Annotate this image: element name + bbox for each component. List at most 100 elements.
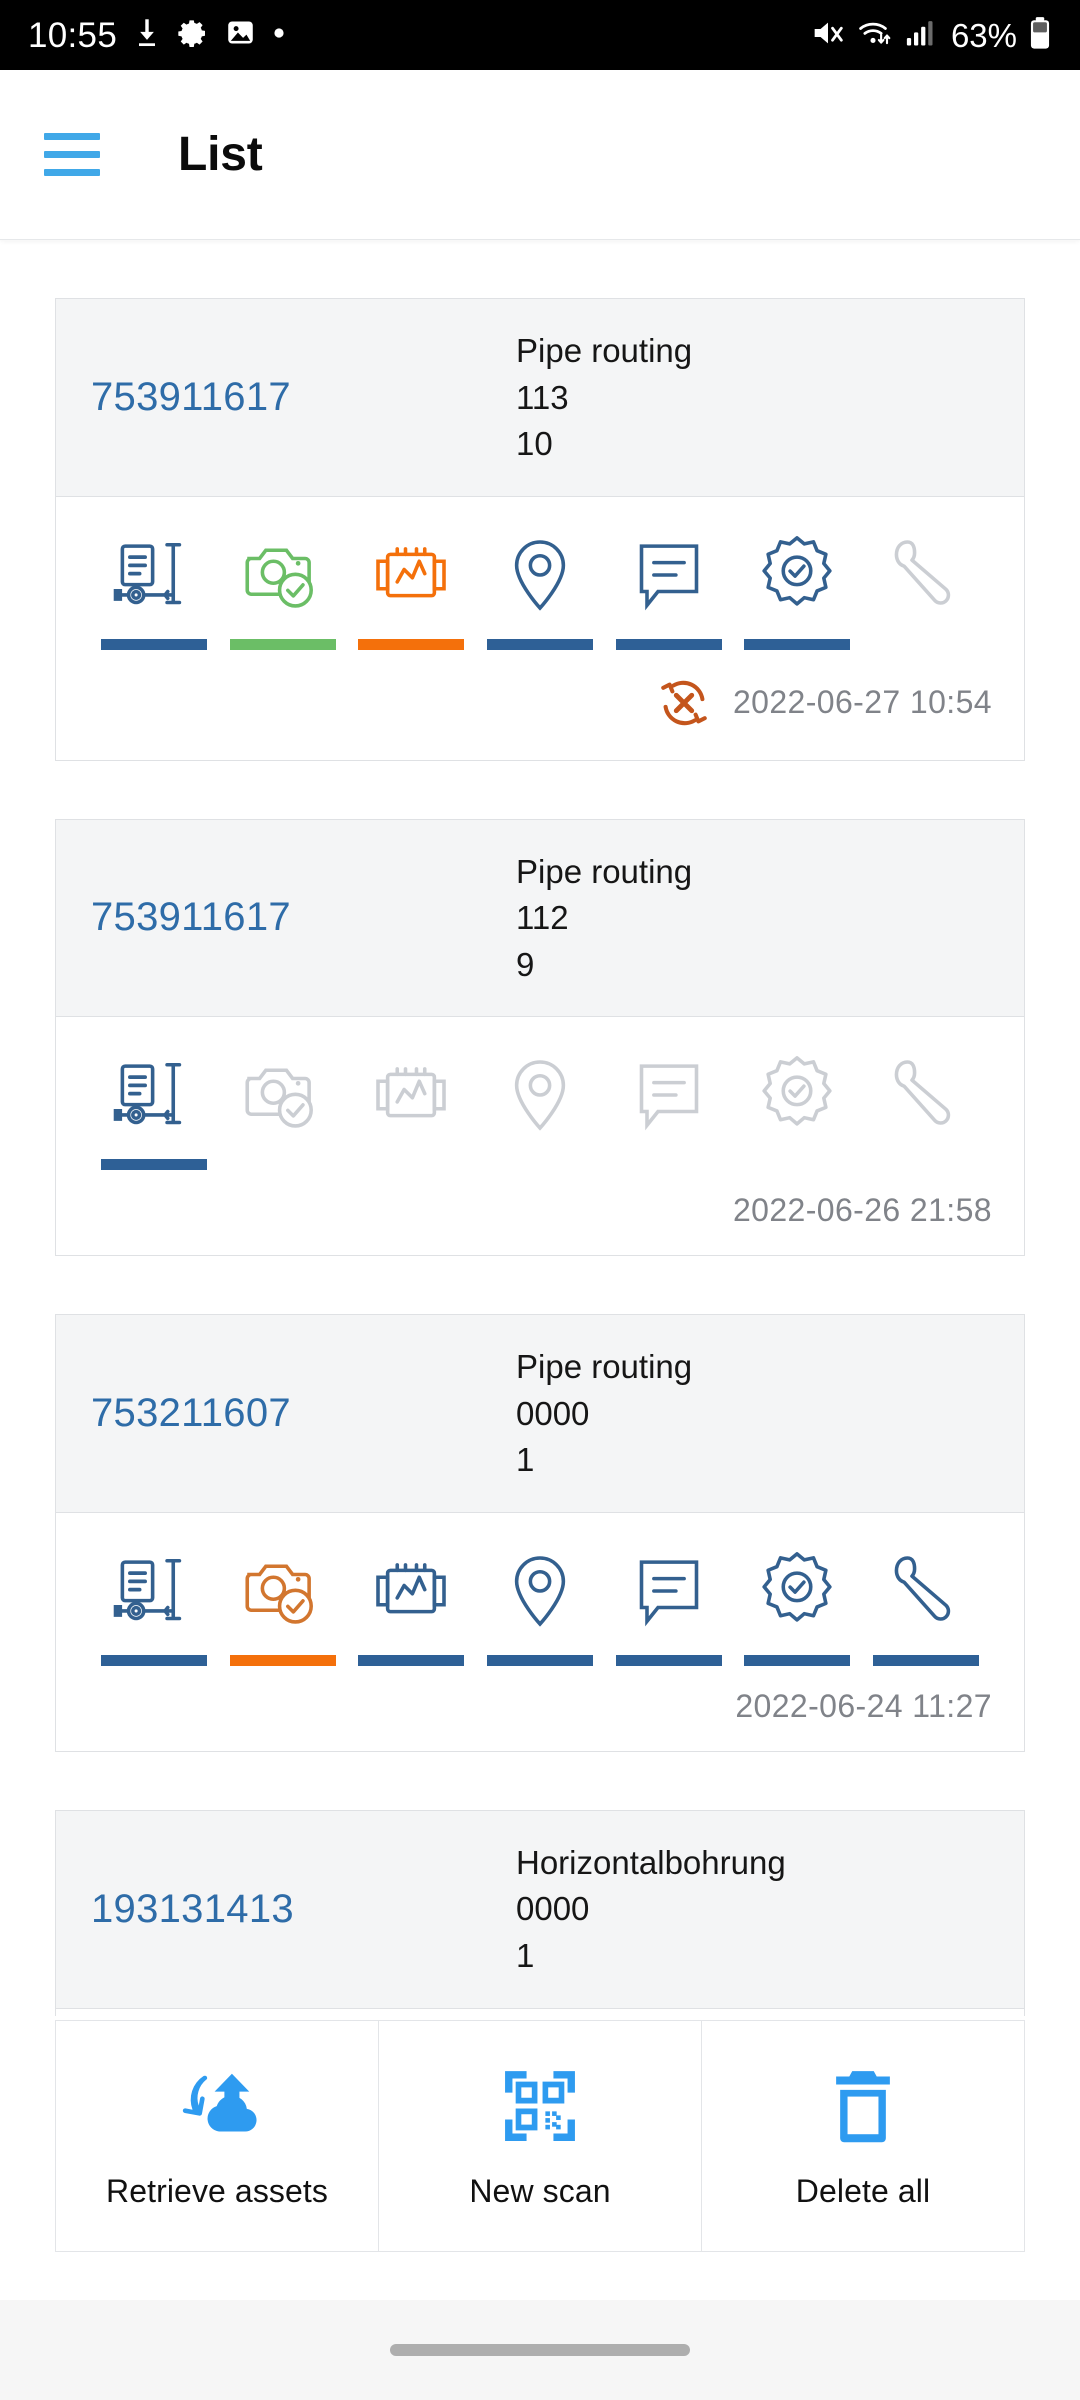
status-icon-wrench[interactable] (861, 1547, 990, 1666)
status-icon-asset-data[interactable] (90, 1547, 219, 1666)
hamburger-menu-icon[interactable] (44, 133, 100, 176)
status-icon-camera[interactable] (219, 1051, 348, 1170)
bottom-action-bar: Retrieve assets New scan Delete all (55, 2020, 1025, 2252)
battery-percentage: 63% (950, 16, 1017, 54)
status-icon-location[interactable] (476, 1051, 605, 1170)
asset-data-icon (110, 1547, 198, 1635)
list-item[interactable]: 753911617 Pipe routing 113 10 2022-06-27… (55, 298, 1025, 761)
hamburger-line (44, 133, 100, 140)
wrench-icon (882, 531, 970, 619)
status-icon-pipe-measurement[interactable] (347, 531, 476, 650)
status-underline (744, 1159, 850, 1170)
hamburger-line (44, 169, 100, 176)
wifi-icon (857, 17, 893, 54)
status-underline (616, 1159, 722, 1170)
asset-line3: 9 (516, 945, 535, 983)
status-icon-comment[interactable] (604, 1051, 733, 1170)
status-icon-wrench[interactable] (861, 1051, 990, 1170)
status-icon-certificate[interactable] (733, 1051, 862, 1170)
status-underline (487, 638, 594, 650)
sync-error-icon[interactable] (653, 672, 715, 734)
status-icon-asset-data[interactable] (90, 1051, 219, 1171)
delete-all-button[interactable]: Delete all (702, 2021, 1024, 2251)
status-icon-comment[interactable] (604, 531, 733, 650)
comment-icon (625, 531, 713, 619)
certificate-check-icon (753, 1547, 841, 1635)
status-underline (873, 639, 979, 650)
mute-icon (810, 17, 846, 54)
status-underline (358, 1654, 465, 1666)
card-footer: 2022-06-26 21:58 (56, 1170, 1024, 1255)
asset-meta: Pipe routing 112 9 (516, 850, 1024, 987)
status-icon-location[interactable] (476, 531, 605, 650)
status-underline (358, 638, 465, 650)
asset-type: Pipe routing (516, 852, 693, 890)
timestamp: 2022-06-27 10:54 (732, 684, 992, 721)
list-item[interactable]: 753911617 Pipe routing 112 9 2022-06-26 … (55, 818, 1025, 1257)
status-underline (487, 1159, 593, 1170)
card-header[interactable]: 753211607 Pipe routing 0000 1 (56, 1315, 1024, 1513)
trash-icon (820, 2063, 906, 2149)
asset-line2: 112 (516, 899, 569, 937)
status-underline (229, 638, 336, 650)
location-pin-icon (496, 1547, 584, 1635)
status-underline (615, 1654, 722, 1666)
asset-line3: 10 (516, 425, 553, 463)
asset-id: 753211607 (91, 1391, 291, 1436)
status-icon-comment[interactable] (604, 1547, 733, 1666)
certificate-check-icon (753, 531, 841, 619)
retrieve-assets-button[interactable]: Retrieve assets (56, 2021, 379, 2251)
status-underline (615, 638, 722, 650)
card-body (56, 2008, 1024, 2016)
navigation-gesture-area (0, 2300, 1080, 2400)
status-icon-certificate[interactable] (733, 1547, 862, 1666)
timestamp: 2022-06-24 11:27 (735, 1687, 992, 1724)
card-header[interactable]: 193131413 Horizontalbohrung 0000 1 (56, 1810, 1024, 2009)
asset-data-icon (110, 1051, 198, 1139)
status-icon-pipe-measurement[interactable] (347, 1547, 476, 1666)
pipe-measurement-icon (367, 1051, 455, 1139)
asset-id: 753911617 (91, 374, 291, 419)
asset-line2: 113 (516, 378, 569, 416)
asset-data-icon (110, 531, 198, 619)
image-icon (225, 17, 256, 53)
location-pin-icon (496, 1051, 584, 1139)
gesture-pill[interactable] (390, 2344, 690, 2356)
status-icon-pipe-measurement[interactable] (347, 1051, 476, 1170)
card-footer: 2022-06-24 11:27 (56, 1666, 1024, 1751)
asset-meta: Horizontalbohrung 0000 1 (516, 1841, 1024, 1978)
asset-line3: 1 (516, 1937, 535, 1975)
list-item[interactable]: 753211607 Pipe routing 0000 1 2022-06-24… (55, 1314, 1025, 1752)
status-icon-camera[interactable] (219, 1547, 348, 1666)
status-underline (101, 1159, 208, 1171)
card-header[interactable]: 753911617 Pipe routing 113 10 (56, 299, 1024, 497)
status-icon-wrench[interactable] (861, 531, 990, 650)
pipe-measurement-icon (367, 531, 455, 619)
status-underline (101, 638, 208, 650)
status-icon-row (56, 1547, 1024, 1666)
status-underline (229, 1654, 336, 1666)
asset-type: Pipe routing (516, 332, 693, 369)
wrench-icon (882, 1547, 970, 1635)
status-underline (872, 1654, 979, 1666)
status-icon-location[interactable] (476, 1547, 605, 1666)
app-bar: List (0, 70, 1080, 240)
status-underline (101, 1654, 208, 1666)
new-scan-button[interactable]: New scan (379, 2021, 702, 2251)
list-item[interactable]: 193131413 Horizontalbohrung 0000 1 (55, 1809, 1025, 2016)
status-icon-asset-data[interactable] (90, 531, 219, 650)
card-header[interactable]: 753911617 Pipe routing 112 9 (56, 819, 1024, 1018)
status-underline (873, 1159, 979, 1170)
asset-meta: Pipe routing 0000 1 (516, 1345, 1024, 1482)
asset-id: 193131413 (91, 1886, 294, 1931)
wrench-icon (882, 1051, 970, 1139)
status-underline (230, 1159, 336, 1170)
pipe-measurement-icon (367, 1547, 455, 1635)
status-underline (358, 1159, 464, 1170)
location-pin-icon (496, 531, 584, 619)
status-icon-camera[interactable] (219, 531, 348, 650)
status-icon-certificate[interactable] (733, 531, 862, 650)
status-bar-right: 63% (810, 16, 1052, 55)
status-underline (744, 638, 851, 650)
asset-list[interactable]: 753911617 Pipe routing 113 10 2022-06-27… (0, 240, 1080, 2016)
